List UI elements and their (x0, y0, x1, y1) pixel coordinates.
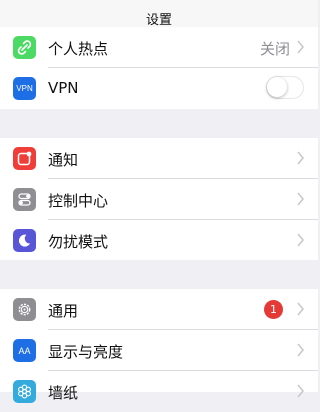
chevron-right-icon (297, 192, 304, 206)
control-center-icon (13, 188, 36, 211)
vpn-toggle[interactable] (266, 76, 304, 99)
notification-badge: 1 (264, 300, 283, 319)
settings-row-display[interactable]: AA 显示与亮度 (0, 330, 318, 371)
display-icon-text: AA (18, 345, 31, 356)
vpn-label: VPN (48, 79, 79, 97)
display-brightness-icon: AA (13, 339, 36, 362)
settings-row-control-center[interactable]: 控制中心 (0, 179, 318, 220)
settings-row-general[interactable]: 通用 1 (0, 289, 318, 330)
moon-icon (13, 229, 36, 252)
notifications-label: 通知 (48, 151, 79, 169)
settings-row-notifications[interactable]: 通知 (0, 138, 318, 179)
vpn-icon: VPN (13, 77, 36, 100)
general-label: 通用 (48, 302, 79, 320)
hotspot-label: 个人热点 (48, 40, 109, 58)
chevron-right-icon (297, 40, 304, 54)
system-group: 通知 控制中心 勿扰模式 (0, 138, 318, 260)
hotspot-status: 关闭 (259, 40, 290, 58)
settings-row-do-not-disturb[interactable]: 勿扰模式 (0, 220, 318, 261)
settings-row-hotspot[interactable]: 个人热点 关闭 (0, 27, 318, 68)
chevron-right-icon (297, 343, 304, 357)
chevron-right-icon (297, 302, 304, 316)
general-group: 通用 1 AA 显示与亮度 墙纸 (0, 289, 318, 403)
wallpaper-label: 墙纸 (48, 384, 79, 402)
chevron-right-icon (297, 384, 304, 398)
chevron-right-icon (297, 233, 304, 247)
chevron-right-icon (297, 151, 304, 165)
do-not-disturb-label: 勿扰模式 (48, 233, 109, 251)
page-title: 设置 (145, 13, 172, 28)
notifications-icon (13, 147, 36, 170)
vpn-icon-text: VPN (16, 84, 33, 93)
display-label: 显示与亮度 (48, 343, 124, 361)
gear-icon (13, 298, 36, 321)
settings-row-vpn[interactable]: VPN VPN (0, 68, 318, 109)
hotspot-icon (13, 36, 36, 59)
control-center-label: 控制中心 (48, 192, 109, 210)
connectivity-group: 个人热点 关闭 VPN VPN (0, 27, 318, 109)
toggle-knob (267, 77, 287, 97)
